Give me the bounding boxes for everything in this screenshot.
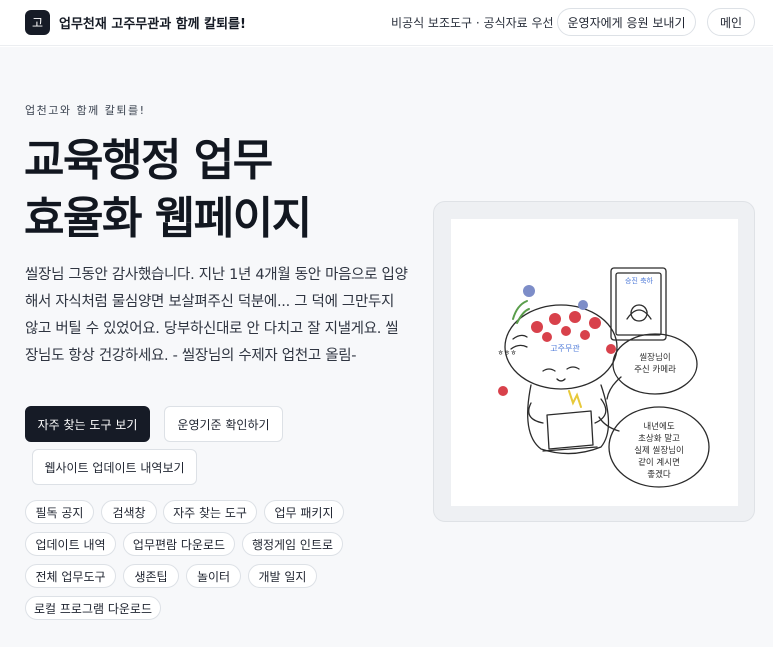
bubble-top-line-2: 주신 카메라: [634, 365, 676, 375]
chip-dev-log[interactable]: 개발 일지: [248, 564, 317, 588]
character-body: [527, 384, 610, 455]
speech-bubble-top: [612, 333, 698, 395]
name-tag-text: 고주무관: [550, 343, 580, 353]
bubble-bottom-line-2: 초상화 말고: [638, 433, 680, 444]
hero-eyebrow: 업천고와 함께 칼퇴를!: [25, 104, 146, 117]
page-title: 교육행정 업무 효율화 웹페이지: [24, 132, 312, 248]
operation-rules-button[interactable]: 운영기준 확인하기: [164, 406, 283, 442]
frequent-tools-button[interactable]: 자주 찾는 도구 보기: [25, 406, 150, 442]
top-navigation-bar: 고 업무천재 고주무관과 함께 칼퇴를! 비공식 보조도구 · 공식자료 우선 …: [0, 0, 773, 46]
bubble-bottom-line-4: 같이 계시면: [638, 457, 680, 468]
illustration-frame: 승진 축하 고주무관 ㅎㅎㅎ 씰장님이 주신 카메라 내년에도 초상화 말고 실…: [451, 219, 738, 506]
chip-frequent-tools[interactable]: 자주 찾는 도구: [163, 500, 257, 524]
chip-survival-tips[interactable]: 생존팁: [123, 564, 179, 588]
bubble-top-line-1: 씰장님이: [639, 352, 670, 363]
site-logo-icon[interactable]: 고: [25, 10, 50, 35]
bubble-bottom-line-1: 내년에도: [643, 421, 674, 432]
chip-admin-game-intro[interactable]: 행정게임 인트로: [242, 532, 343, 556]
site-brand-title[interactable]: 업무천재 고주무관과 함께 칼퇴를!: [59, 13, 246, 32]
bubble-bottom-line-3: 실제 씰장님이: [634, 445, 684, 456]
chip-search[interactable]: 검색창: [101, 500, 157, 524]
chip-all-tools[interactable]: 전체 업무도구: [25, 564, 116, 588]
hero-description: 씰장님 그동안 감사했습니다. 지난 1년 4개월 동안 마음으로 입양해서 자…: [25, 267, 408, 364]
chip-must-read-notice[interactable]: 필독 공지: [25, 500, 94, 524]
side-marks-text: ㅎㅎㅎ: [497, 349, 516, 357]
flower-crown: [523, 285, 601, 342]
laptop: [546, 410, 594, 450]
illustration-card: 승진 축하 고주무관 ㅎㅎㅎ 씰장님이 주신 카메라 내년에도 초상화 말고 실…: [433, 201, 755, 522]
update-history-button[interactable]: 웹사이트 업데이트 내역보기: [32, 449, 197, 485]
donate-button[interactable]: 운영자에게 응원 보내기: [557, 8, 696, 36]
bubble-bottom-line-5: 좋겠다: [647, 469, 671, 480]
character-illustration: 승진 축하 고주무관 ㅎㅎㅎ 씰장님이 주신 카메라 내년에도 초상화 말고 실…: [497, 267, 710, 488]
chip-update-history[interactable]: 업데이트 내역: [25, 532, 116, 556]
spark-icon: [568, 390, 582, 408]
chip-manual-download[interactable]: 업무편람 다운로드: [123, 532, 235, 556]
chip-playground[interactable]: 놀이터: [186, 564, 241, 588]
chip-local-program-download[interactable]: 로컬 프로그램 다운로드: [25, 596, 161, 620]
page-title-line-1: 교육행정 업무: [24, 135, 273, 186]
frame-text: 승진 축하: [625, 276, 654, 285]
page-title-line-2: 효율화 웹페이지: [24, 193, 312, 244]
leaf-marks: [512, 300, 530, 324]
unofficial-notice: 비공식 보조도구 · 공식자료 우선: [391, 16, 554, 30]
chip-work-package[interactable]: 업무 패키지: [264, 500, 344, 524]
main-button[interactable]: 메인: [707, 8, 755, 36]
